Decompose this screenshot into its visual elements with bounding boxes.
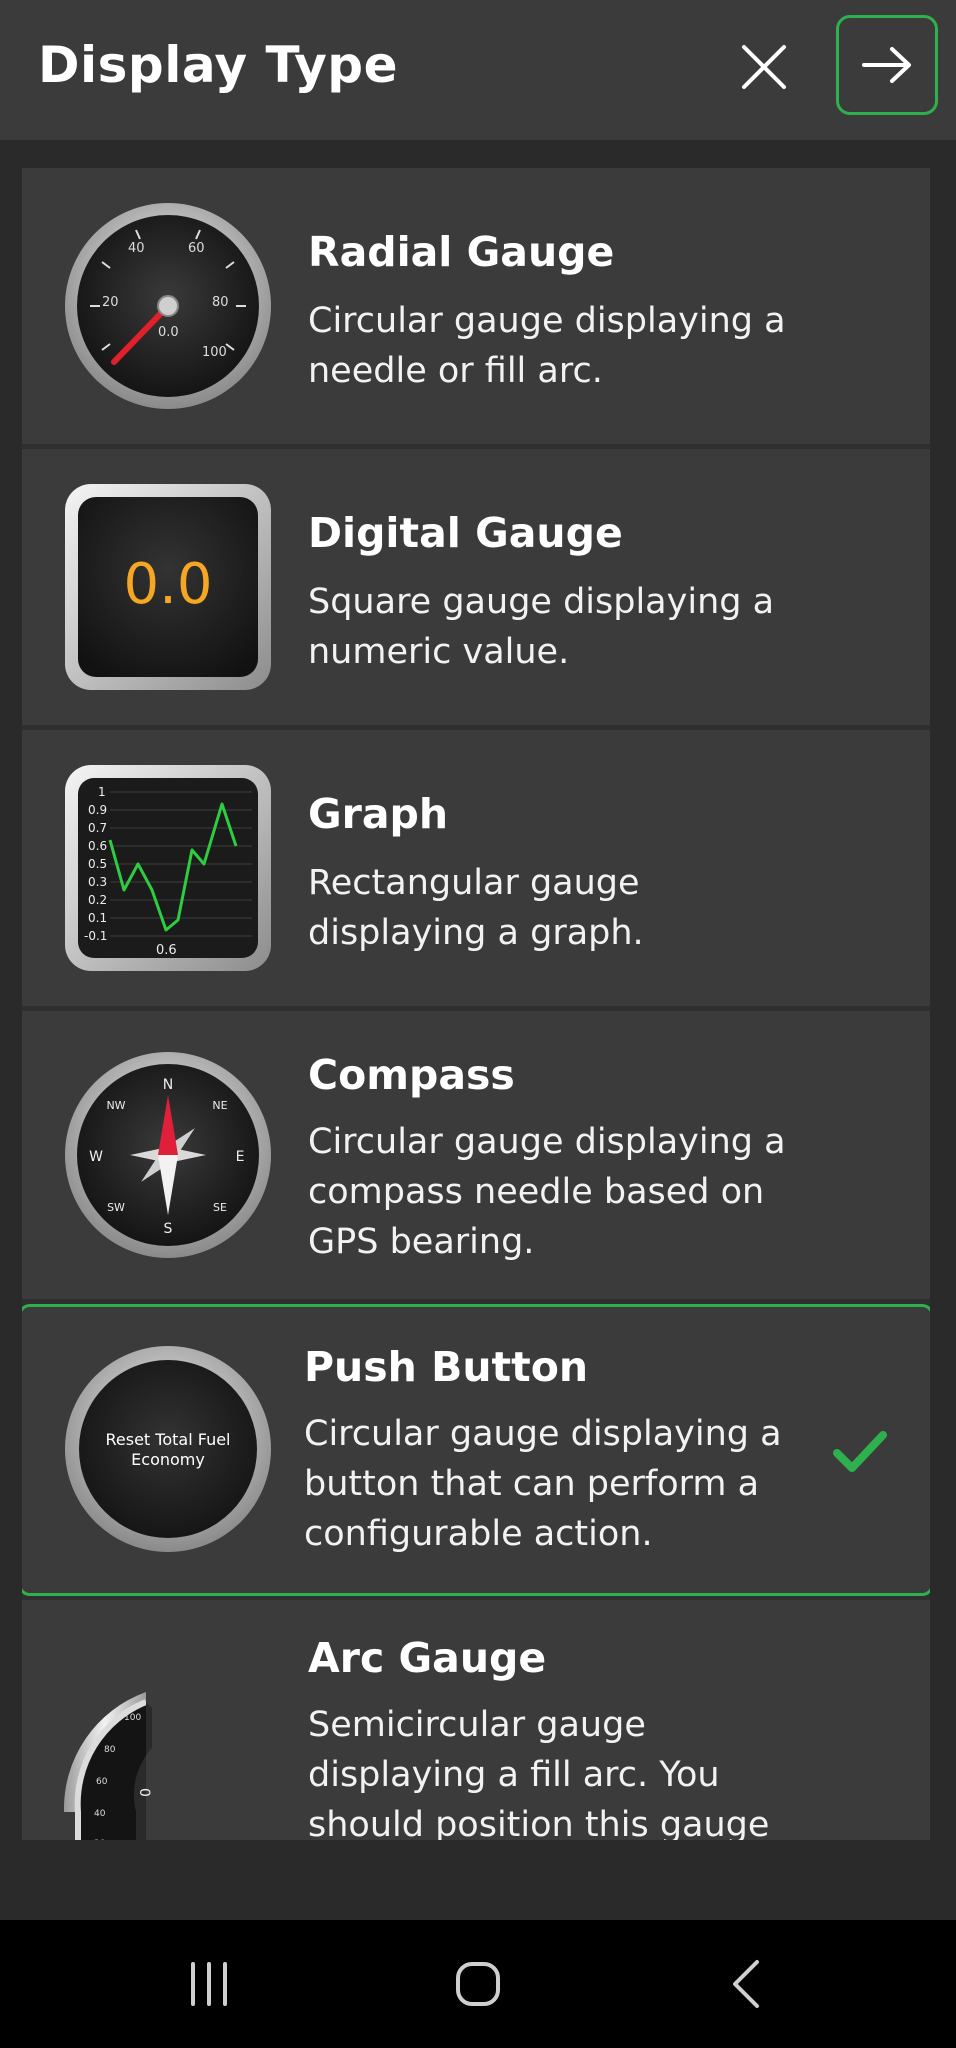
push-button-label-line1: Reset Total Fuel — [106, 1430, 231, 1449]
item-title: Graph — [308, 790, 449, 838]
list-item-digital-gauge[interactable]: 0.0 Digital Gauge Square gauge displayin… — [22, 449, 930, 725]
graph-tick-label: 0.6 — [88, 839, 107, 853]
arc-tick-label: 60 — [96, 1777, 108, 1787]
close-icon — [742, 45, 786, 89]
item-description: Square gauge displaying a numeric value. — [308, 582, 775, 672]
home-button[interactable] — [443, 1952, 513, 2016]
compass-label-e: E — [236, 1149, 245, 1165]
push-button-icon: Reset Total Fuel Economy — [64, 1345, 272, 1553]
back-icon — [733, 1960, 759, 2008]
graph-icon: 1 0.9 0.7 0.6 0.5 0.3 0.2 0.1 -0.1 0.6 — [64, 764, 272, 972]
graph-tick-label: 0.1 — [88, 911, 107, 925]
list-item-graph[interactable]: 1 0.9 0.7 0.6 0.5 0.3 0.2 0.1 -0.1 0.6 G… — [22, 730, 930, 1006]
back-button[interactable] — [712, 1952, 782, 2016]
system-navigation-bar — [0, 1920, 956, 2048]
display-type-list[interactable]: 20 40 60 80 100 0.0 Radial Gauge Circula… — [22, 168, 930, 1840]
radial-tick-label: 80 — [212, 295, 229, 310]
list-item-radial-gauge[interactable]: 20 40 60 80 100 0.0 Radial Gauge Circula… — [22, 168, 930, 444]
item-description: Rectangular gauge displaying a graph. — [308, 863, 644, 953]
push-button-label-line2: Economy — [131, 1450, 205, 1469]
radial-tick-label: 100 — [202, 345, 227, 360]
bottom-spacer — [0, 1840, 956, 1920]
item-title: Compass — [308, 1051, 515, 1099]
compass-label-nw: NW — [106, 1099, 125, 1112]
graph-tick-label: 0.5 — [88, 857, 107, 871]
graph-tick-label: -0.1 — [84, 929, 107, 943]
compass-label-se: SE — [213, 1201, 227, 1214]
digital-value-readout: 0.0 — [123, 552, 212, 617]
item-title: Digital Gauge — [308, 509, 623, 557]
radial-tick-label: 20 — [102, 295, 119, 310]
close-button[interactable] — [728, 22, 800, 112]
recent-apps-button[interactable] — [174, 1952, 244, 2016]
arc-tick-label: 100 — [124, 1713, 141, 1723]
radial-value-readout: 0.0 — [158, 325, 179, 340]
graph-tick-label: 0.3 — [88, 875, 107, 889]
arc-gauge-icon: 100 80 60 40 20 0 — [64, 1688, 272, 1840]
item-title: Radial Gauge — [308, 228, 615, 276]
graph-tick-label: 0.9 — [88, 803, 107, 817]
arc-tick-label: 80 — [104, 1745, 116, 1755]
item-description: Semicircular gauge displaying a fill arc… — [308, 1705, 770, 1840]
page-title: Display Type — [38, 36, 399, 94]
list-item-push-button[interactable]: Reset Total Fuel Economy Push Button Cir… — [22, 1304, 930, 1596]
list-item-arc-gauge[interactable]: 100 80 60 40 20 0 Arc Gauge Semicircular… — [22, 1600, 930, 1840]
compass-label-sw: SW — [107, 1201, 125, 1214]
item-title: Push Button — [304, 1343, 589, 1391]
compass-label-n: N — [163, 1077, 173, 1093]
next-button[interactable] — [836, 15, 938, 115]
item-description: Circular gauge displaying a needle or fi… — [308, 301, 786, 391]
arc-value-readout: 0 — [136, 1788, 152, 1797]
graph-value-readout: 0.6 — [156, 943, 177, 958]
arrow-right-icon — [862, 47, 911, 83]
app-header: Display Type — [0, 0, 956, 140]
recent-apps-icon — [191, 1962, 227, 2006]
arc-tick-label: 40 — [94, 1809, 106, 1819]
digital-gauge-icon: 0.0 — [64, 483, 272, 691]
radial-gauge-icon: 20 40 60 80 100 0.0 — [64, 202, 272, 410]
graph-tick-label: 1 — [98, 785, 106, 799]
item-title: Arc Gauge — [308, 1634, 547, 1682]
radial-tick-label: 40 — [128, 241, 145, 256]
list-item-compass[interactable]: N S W E NW NE SW SE Compass Circular gau… — [22, 1011, 930, 1299]
radial-tick-label: 60 — [188, 241, 205, 256]
compass-label-s: S — [164, 1221, 173, 1237]
graph-tick-label: 0.2 — [88, 893, 107, 907]
item-description: Circular gauge displaying a button that … — [304, 1414, 782, 1554]
compass-label-w: W — [89, 1149, 103, 1165]
compass-icon: N S W E NW NE SW SE — [64, 1051, 272, 1259]
checkmark-icon — [833, 1431, 887, 1472]
item-description: Circular gauge displaying a compass need… — [308, 1122, 786, 1262]
compass-label-ne: NE — [212, 1099, 227, 1112]
home-icon — [456, 1962, 500, 2006]
graph-tick-label: 0.7 — [88, 821, 107, 835]
